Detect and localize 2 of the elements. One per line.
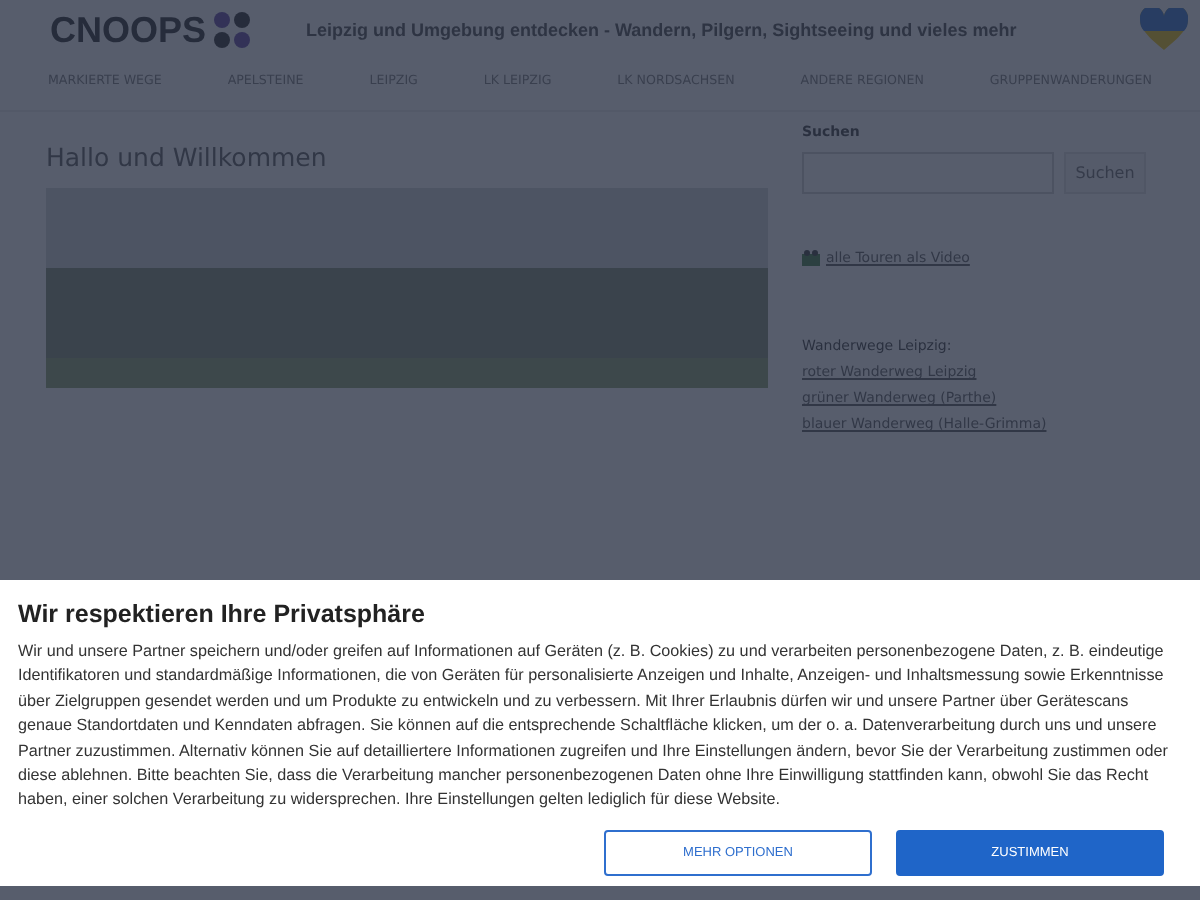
consent-text: Wir und unsere Partner speichern und/oder greifen auf Informationen auf Geräten (z. B. Cookies) zu und verarbeiten personenbezogene Daten, z. B. eindeutige Identifikatoren und standardmäßige Informationen, die von Geräten für personalisierte Anzeigen und Inhalte, Anzeigen- und Inhaltsmessung sowie Erkenntnisse über Zielgruppen gesendet werden und um Produkte zu entwickeln und zu verbessern. Mit Ihrer Erlaubnis dürfen wir und unsere Partner über Gerätescans genaue Standortdaten und Kenndaten abfragen. Sie können auf die entsprechende Schaltfläche klicken, um der o. a. Datenverarbeitung durch uns und unsere Partner zuzustimmen. Alternativ können Sie auf detailliertere Informationen zugreifen und Ihre Einstellungen ändern, bevor Sie der Verarbeitung zustimmen oder diese ablehnen. Bitte beachten Sie, dass die Verarbeitung mancher personenbezogenen Daten ohne Ihre Einwilligung stattfinden kann, obwohl Sie das Recht haben, einer solchen Verarbeitung zu widersprechen. Ihre Einstellungen gelten lediglich für diese Website.: [18, 640, 1170, 813]
consent-title: Wir respektieren Ihre Privatsphäre: [18, 600, 427, 628]
